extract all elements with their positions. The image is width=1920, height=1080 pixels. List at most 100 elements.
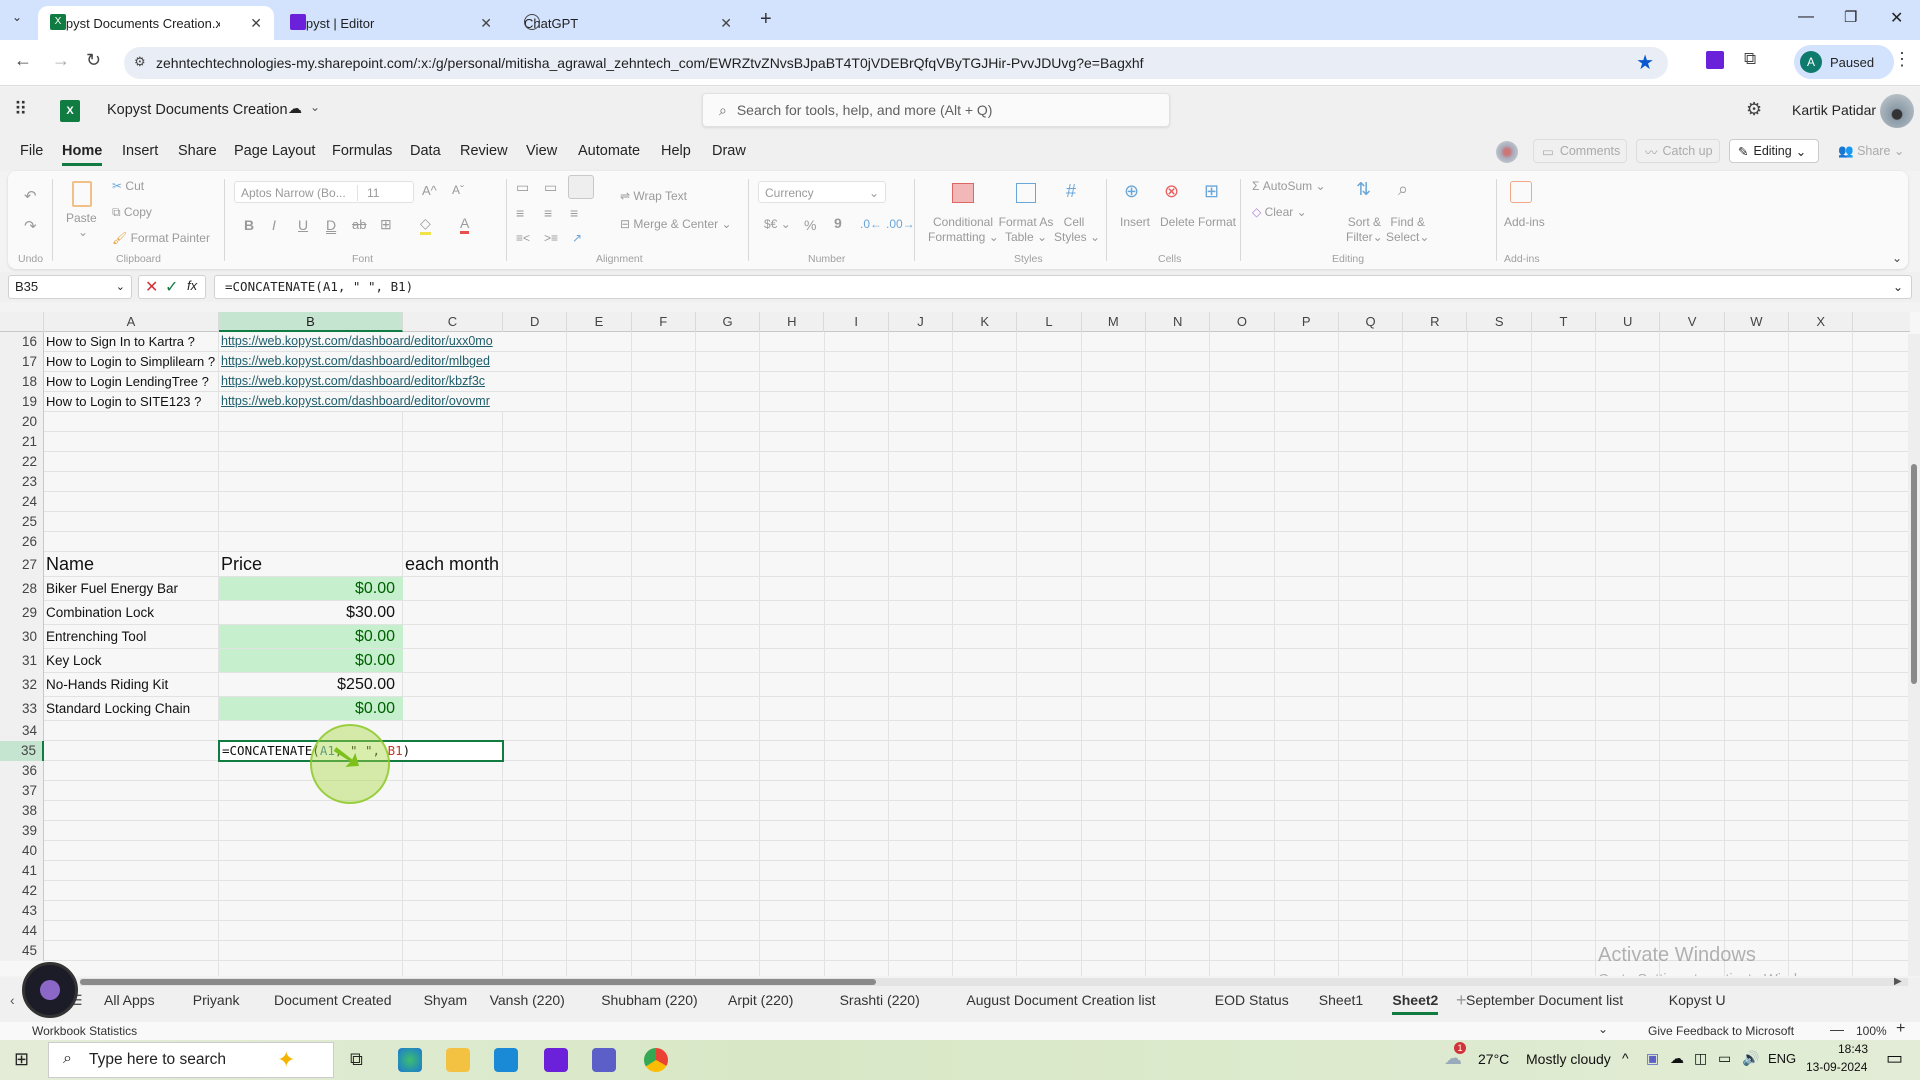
kopyst-taskbar-icon[interactable] <box>544 1048 568 1072</box>
insert-function-icon[interactable]: fx <box>187 278 197 293</box>
document-title[interactable]: Kopyst Documents Creation <box>107 102 288 118</box>
cell-topic[interactable]: How to Login LendingTree ? <box>44 372 219 391</box>
sheet-scroll-left-icon[interactable]: ‹ <box>10 992 15 1008</box>
row-header[interactable]: 33 <box>0 697 44 721</box>
confirm-formula-icon[interactable]: ✓ <box>165 277 178 297</box>
editing-mode-button[interactable]: ✎ Editing ⌄ <box>1729 139 1819 163</box>
weather-text[interactable]: Mostly cloudy <box>1526 1051 1611 1067</box>
column-header[interactable]: U <box>1596 312 1661 332</box>
align-left-icon[interactable]: ≡ <box>516 205 524 221</box>
row-header[interactable]: 22 <box>0 452 44 472</box>
browser-menu-icon[interactable]: ⋮ <box>1893 49 1911 70</box>
find-select-button[interactable]: Find & Select⌄ <box>1386 215 1429 245</box>
font-size[interactable]: 11 <box>367 186 379 200</box>
format-as-table-icon[interactable] <box>1016 183 1036 203</box>
column-header[interactable]: A <box>44 312 219 332</box>
column-header[interactable]: G <box>696 312 761 332</box>
column-header[interactable]: X <box>1789 312 1854 332</box>
recorder-button[interactable] <box>22 962 78 1018</box>
row-header[interactable]: 28 <box>0 577 44 601</box>
cell-item-name[interactable]: Biker Fuel Energy Bar <box>44 577 219 600</box>
vertical-scrollbar[interactable] <box>1908 334 1920 976</box>
cell-link[interactable]: https://web.kopyst.com/dashboard/editor/… <box>219 352 519 371</box>
wrap-text-button[interactable]: ⇌ Wrap Text <box>620 189 687 203</box>
spreadsheet-grid[interactable]: ABCDEFGHIJKLMNOPQRSTUVWX 16 17 18 19 20 21 22 2… <box>0 312 1920 976</box>
feedback-link[interactable]: Give Feedback to Microsoft <box>1648 1024 1794 1038</box>
tab-file[interactable]: File <box>20 143 43 159</box>
decrease-decimal-icon[interactable]: .00→ <box>886 217 915 231</box>
decrease-indent-icon[interactable]: ≡< <box>516 231 530 245</box>
site-info-icon[interactable]: ⚙ <box>134 54 146 70</box>
cell-link[interactable]: https://web.kopyst.com/dashboard/editor/… <box>219 392 519 411</box>
sheet-tab[interactable]: Srashti (220) <box>840 992 920 1008</box>
column-header[interactable]: W <box>1725 312 1789 332</box>
row-header[interactable]: 37 <box>0 781 44 801</box>
comma-style-button[interactable]: 9 <box>834 215 842 231</box>
column-header[interactable]: O <box>1210 312 1275 332</box>
select-all-corner[interactable] <box>0 312 44 332</box>
row-header[interactable]: 43 <box>0 901 44 921</box>
sheet-tab[interactable]: EOD Status <box>1215 992 1289 1008</box>
row-header[interactable]: 45 <box>0 941 44 961</box>
row-header[interactable]: 35 <box>0 741 44 761</box>
cancel-formula-icon[interactable]: ✕ <box>145 277 158 297</box>
new-tab-icon[interactable]: + <box>760 8 772 31</box>
row-header[interactable]: 44 <box>0 921 44 941</box>
status-chevron-icon[interactable]: ⌄ <box>1598 1022 1608 1036</box>
reload-icon[interactable]: ↻ <box>86 50 101 71</box>
row-header[interactable]: 26 <box>0 532 44 552</box>
row-header[interactable]: 30 <box>0 625 44 649</box>
url-input[interactable]: ⚙ zehntechtechnologies-my.sharepoint.com… <box>124 47 1668 79</box>
share-button[interactable]: 👥 Share ⌄ <box>1838 143 1904 159</box>
scroll-right-icon[interactable]: ▶ <box>1894 976 1902 987</box>
sheet-tab[interactable]: Shyam <box>424 992 468 1008</box>
row-header[interactable]: 32 <box>0 673 44 697</box>
volume-icon[interactable]: 🔊 <box>1742 1050 1759 1067</box>
row-header[interactable]: 19 <box>0 392 44 412</box>
align-top-icon[interactable]: ▭ <box>516 179 529 196</box>
cell-price[interactable]: $250.00 <box>219 673 403 696</box>
cell-item-name[interactable]: Entrenching Tool <box>44 625 219 648</box>
vertical-scroll-thumb[interactable] <box>1911 464 1917 684</box>
forward-icon[interactable]: → <box>52 50 70 71</box>
sheet-tab[interactable]: Arpit (220) <box>728 992 793 1008</box>
title-chevron-icon[interactable]: ⌄ <box>310 100 320 114</box>
sheet-tab[interactable]: Kopyst U <box>1669 992 1726 1008</box>
row-header[interactable]: 39 <box>0 821 44 841</box>
tab-help[interactable]: Help <box>661 143 691 159</box>
workbook-statistics[interactable]: Workbook Statistics <box>32 1024 137 1038</box>
format-painter-button[interactable]: 🖌 Format Painter <box>112 231 210 245</box>
currency-button[interactable]: $€ ⌄ <box>764 217 791 231</box>
back-icon[interactable]: ← <box>14 50 32 71</box>
extensions-puzzle-icon[interactable]: ⧉ <box>1744 49 1756 69</box>
clock-date[interactable]: 13-09-2024 <box>1806 1060 1867 1074</box>
row-header[interactable]: 24 <box>0 492 44 512</box>
borders-icon[interactable]: ⊞ <box>380 216 392 233</box>
expand-formula-icon[interactable]: ⌄ <box>1893 276 1903 298</box>
settings-gear-icon[interactable]: ⚙ <box>1746 99 1762 120</box>
cell-item-name[interactable]: Key Lock <box>44 649 219 672</box>
add-ins-button[interactable]: Add-ins <box>1504 215 1545 229</box>
cell-price[interactable]: $0.00 <box>219 649 403 672</box>
sort-filter-button[interactable]: Sort & Filter⌄ <box>1346 215 1383 245</box>
cell-styles-button[interactable]: Cell Styles ⌄ <box>1054 215 1100 245</box>
column-header[interactable]: V <box>1660 312 1725 332</box>
tab-insert[interactable]: Insert <box>122 143 158 159</box>
column-header[interactable]: D <box>503 312 568 332</box>
weather-temp[interactable]: 27°C <box>1478 1051 1509 1067</box>
font-picker[interactable]: Aptos Narrow (Bo... 11 <box>234 181 414 203</box>
browser-tab-excel[interactable]: X Kopyst Documents Creation.xlsx ✕ <box>38 6 274 40</box>
bookmark-star-icon[interactable]: ★ <box>1636 50 1654 75</box>
italic-icon[interactable]: I <box>272 217 276 233</box>
autosum-button[interactable]: Σ AutoSum ⌄ <box>1252 179 1326 193</box>
row-header[interactable]: 16 <box>0 332 44 352</box>
tab-data[interactable]: Data <box>410 143 441 159</box>
restore-icon[interactable]: ❐ <box>1844 8 1857 26</box>
ribbon-collapse-icon[interactable]: ⌄ <box>1892 251 1902 265</box>
zoom-out-icon[interactable]: — <box>1830 1021 1844 1037</box>
close-tab-icon[interactable]: ✕ <box>480 15 492 32</box>
tray-expand-icon[interactable]: ^ <box>1622 1050 1629 1066</box>
onedrive-icon[interactable]: ☁ <box>1670 1050 1684 1067</box>
column-header[interactable]: T <box>1532 312 1597 332</box>
underline-icon[interactable]: U <box>298 217 308 233</box>
